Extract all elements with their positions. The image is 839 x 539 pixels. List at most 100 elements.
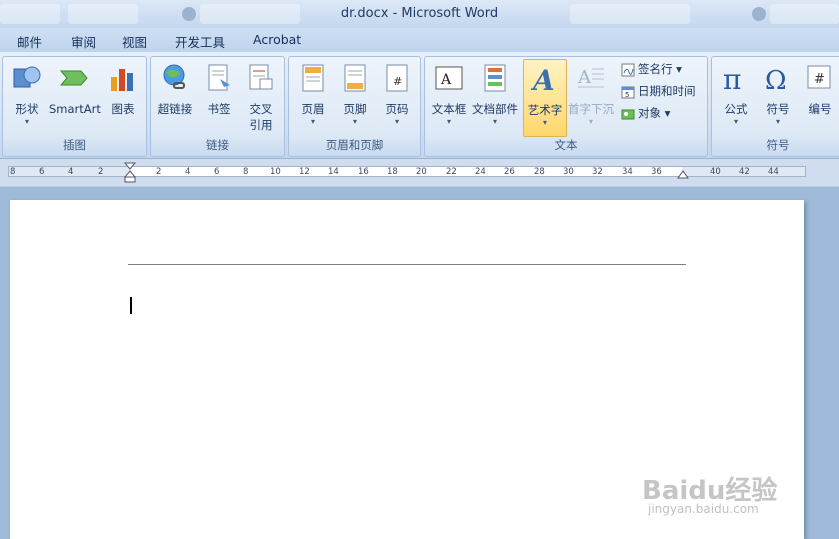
group-text: A 文本框 ▾ 文档部件 ▾ A 艺术字 ▾ A 首字下沉 ▾ 签名行 ▾ 5 … bbox=[424, 56, 708, 157]
ruler-tick: 40 bbox=[710, 167, 721, 177]
shapes-icon bbox=[12, 63, 42, 93]
tab-developer[interactable]: 开发工具 bbox=[175, 32, 225, 51]
group-header-footer: 页眉 ▾ 页脚 ▾ # 页码 ▾ 页眉和页脚 bbox=[288, 56, 421, 157]
page-number-button[interactable]: # 页码 ▾ bbox=[375, 59, 419, 139]
tab-acrobat[interactable]: Acrobat bbox=[253, 32, 301, 47]
ruler-tick: 8 bbox=[243, 167, 249, 177]
ruler-tick: 22 bbox=[446, 167, 457, 177]
ruler-tick: 14 bbox=[328, 167, 339, 177]
svg-text:A: A bbox=[577, 67, 592, 88]
textbox-button[interactable]: A 文本框 ▾ bbox=[427, 59, 471, 139]
ruler-tick: 6 bbox=[39, 167, 45, 177]
ruler-tick: 8 bbox=[10, 167, 16, 177]
dropdown-arrow-icon: ▾ bbox=[733, 117, 738, 126]
ribbon-tabs: 邮件 审阅 视图 开发工具 Acrobat bbox=[0, 28, 839, 52]
ruler-tick: 44 bbox=[768, 167, 779, 177]
svg-text:#: # bbox=[814, 72, 825, 87]
ruler-tick: 10 bbox=[270, 167, 281, 177]
number-symbol-icon: # bbox=[805, 63, 835, 93]
group-label: 链接 bbox=[206, 138, 229, 152]
cross-reference-icon bbox=[246, 63, 276, 93]
quick-parts-icon bbox=[480, 63, 510, 93]
group-label: 页眉和页脚 bbox=[325, 138, 384, 152]
textbox-icon: A bbox=[434, 63, 464, 93]
drop-cap-icon: A bbox=[576, 63, 606, 93]
ruler-tick: 30 bbox=[563, 167, 574, 177]
calendar-icon: 5 bbox=[621, 85, 635, 99]
ruler-tick: 16 bbox=[358, 167, 369, 177]
text-cursor[interactable] bbox=[130, 297, 132, 314]
watermark-url: jingyan.baidu.com bbox=[648, 502, 759, 516]
smartart-icon bbox=[59, 63, 89, 93]
window-title: dr.docx - Microsoft Word bbox=[340, 6, 499, 21]
quick-parts-button[interactable]: 文档部件 ▾ bbox=[471, 59, 519, 139]
equation-button[interactable]: π 公式 ▾ bbox=[714, 59, 758, 139]
dropdown-arrow-icon: ▾ bbox=[775, 117, 780, 126]
dropdown-arrow-icon: ▾ bbox=[588, 117, 593, 126]
svg-text:π: π bbox=[723, 63, 741, 93]
ruler-tick: 2 bbox=[156, 167, 162, 177]
chart-icon bbox=[108, 63, 138, 93]
ruler-tick: 26 bbox=[504, 167, 515, 177]
dropdown-arrow-icon: ▾ bbox=[542, 118, 547, 127]
group-label: 符号 bbox=[766, 138, 790, 152]
dropdown-arrow-icon: ▾ bbox=[446, 117, 451, 126]
omega-icon: Ω bbox=[763, 63, 793, 96]
signature-line-button[interactable]: 签名行 ▾ bbox=[621, 61, 682, 81]
svg-text:Ω: Ω bbox=[765, 66, 787, 93]
dropdown-arrow-icon: ▾ bbox=[24, 117, 29, 126]
dropdown-arrow-icon: ▾ bbox=[492, 117, 497, 126]
wordart-icon: A bbox=[530, 64, 560, 97]
group-label: 文本 bbox=[554, 138, 578, 152]
group-label: 插图 bbox=[63, 138, 86, 152]
footer-icon bbox=[340, 63, 370, 93]
symbol-button[interactable]: Ω 符号 ▾ bbox=[756, 59, 800, 139]
tab-review[interactable]: 审阅 bbox=[71, 32, 96, 51]
tab-mailings[interactable]: 邮件 bbox=[17, 32, 42, 51]
pi-icon: π bbox=[721, 63, 751, 96]
header-button[interactable]: 页眉 ▾ bbox=[291, 59, 335, 139]
chart-button[interactable]: 图表 bbox=[101, 59, 145, 139]
hyperlink-button[interactable]: 超链接 bbox=[153, 59, 197, 139]
ruler-tick: 12 bbox=[299, 167, 310, 177]
bookmark-button[interactable]: 书签 bbox=[197, 59, 241, 139]
group-illustrations: 形状 ▾ SmartArt 图表 插图 bbox=[2, 56, 147, 157]
ruler-tick: 32 bbox=[592, 167, 603, 177]
globe-link-icon bbox=[160, 63, 190, 93]
wordart-button[interactable]: A 艺术字 ▾ bbox=[523, 59, 567, 137]
page-number-icon: # bbox=[382, 63, 412, 93]
object-button[interactable]: 对象 ▾ bbox=[621, 105, 670, 125]
ruler-tick: 4 bbox=[185, 167, 191, 177]
ruler-tick: 42 bbox=[739, 167, 750, 177]
dropdown-arrow-icon: ▾ bbox=[394, 117, 399, 126]
drop-cap-button[interactable]: A 首字下沉 ▾ bbox=[567, 59, 615, 139]
ruler-tick: 6 bbox=[214, 167, 220, 177]
ruler-tick: 36 bbox=[651, 167, 662, 177]
horizontal-ruler[interactable]: 8 6 4 2 2 4 6 8 10 12 14 16 18 20 22 24 … bbox=[0, 159, 839, 186]
numbering-button[interactable]: # 编号 bbox=[798, 59, 839, 139]
indent-marker-icon[interactable] bbox=[124, 162, 136, 184]
ruler-tick: 4 bbox=[68, 167, 74, 177]
footer-button[interactable]: 页脚 ▾ bbox=[333, 59, 377, 139]
date-time-button[interactable]: 5 日期和时间 bbox=[621, 83, 696, 103]
svg-text:A: A bbox=[530, 64, 555, 94]
ruler-tick: 28 bbox=[534, 167, 545, 177]
tab-view[interactable]: 视图 bbox=[122, 32, 147, 51]
object-icon bbox=[621, 107, 635, 121]
cross-reference-button[interactable]: 交叉 引用 bbox=[239, 59, 283, 139]
title-bar: dr.docx - Microsoft Word bbox=[0, 0, 839, 28]
svg-text:#: # bbox=[393, 75, 402, 88]
shapes-button[interactable]: 形状 ▾ bbox=[5, 59, 49, 139]
header-icon bbox=[298, 63, 328, 93]
bookmark-icon bbox=[204, 63, 234, 93]
right-indent-marker-icon[interactable] bbox=[677, 169, 689, 179]
svg-text:5: 5 bbox=[625, 91, 629, 99]
ruler-tick: 20 bbox=[416, 167, 427, 177]
ruler-tick: 34 bbox=[622, 167, 633, 177]
smartart-button[interactable]: SmartArt bbox=[49, 59, 101, 139]
dropdown-arrow-icon: ▾ bbox=[310, 117, 315, 126]
ruler-tick: 18 bbox=[387, 167, 398, 177]
dropdown-arrow-icon: ▾ bbox=[352, 117, 357, 126]
ruler-tick: 24 bbox=[475, 167, 486, 177]
group-symbols: π 公式 ▾ Ω 符号 ▾ # 编号 符号 bbox=[711, 56, 839, 157]
